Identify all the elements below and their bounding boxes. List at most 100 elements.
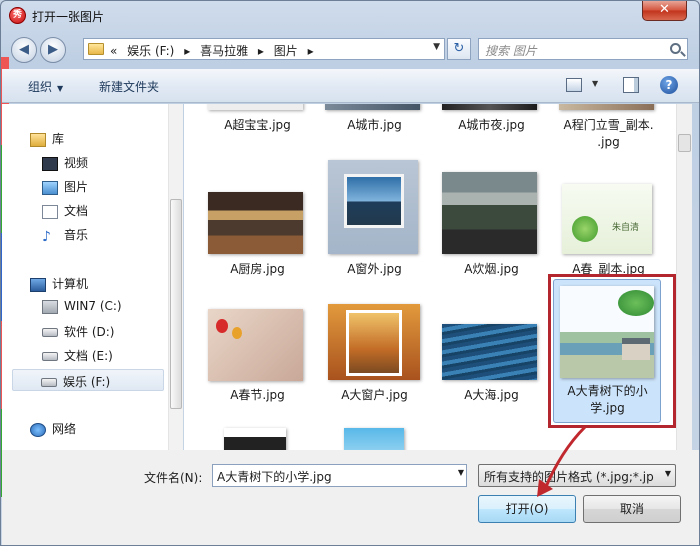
file-thumbnail[interactable] [224, 428, 286, 450]
sidebar-scroll-thumb[interactable] [170, 199, 182, 409]
breadcrumb-overflow[interactable]: « [110, 44, 117, 58]
sidebar-item-label: 音乐 [64, 228, 89, 242]
new-folder-button[interactable]: 新建文件夹 [99, 78, 159, 95]
windows-drive-icon [42, 299, 58, 314]
file-thumbnail[interactable] [208, 309, 303, 381]
change-view-icon[interactable] [566, 78, 582, 92]
file-name[interactable]: A大海.jpg [434, 387, 549, 404]
sidebar-item-label: 库 [52, 132, 65, 146]
highlight-box [548, 274, 676, 428]
file-name[interactable]: A春节.jpg [200, 387, 315, 404]
tree-graphic [572, 216, 598, 242]
file-thumbnail[interactable] [328, 160, 418, 254]
search-input[interactable]: 搜索 图片 [478, 38, 688, 60]
file-name[interactable]: A炊烟.jpg [434, 261, 549, 278]
breadcrumb-pictures[interactable]: 图片 [274, 44, 298, 58]
sidebar-item-videos[interactable]: 视频 [42, 154, 88, 176]
file-thumbnail[interactable] [328, 304, 420, 380]
file-list-scrollbar[interactable] [676, 104, 692, 450]
file-name[interactable]: A厨房.jpg [200, 261, 315, 278]
file-thumbnail[interactable] [442, 104, 537, 110]
breadcrumb-separator[interactable]: ▸ [258, 44, 264, 58]
file-name-multiline[interactable]: A程门立雪_副本. .jpg [551, 117, 666, 151]
back-arrow-icon: ◀ [19, 42, 29, 57]
organize-button[interactable]: 组织 ▼ [28, 78, 63, 95]
breadcrumb-separator[interactable]: ▸ [184, 44, 190, 58]
network-icon [30, 422, 46, 437]
pictures-icon [42, 180, 58, 195]
refresh-button[interactable]: ↻ [447, 38, 471, 60]
file-name[interactable]: A城市夜.jpg [434, 117, 549, 134]
organize-label: 组织 [28, 80, 53, 94]
file-thumbnail[interactable] [208, 192, 303, 254]
chevron-down-icon: ▼ [664, 469, 671, 478]
file-thumbnail[interactable] [208, 104, 303, 110]
title-bar: 秀 打开一张图片 ✕ [1, 1, 699, 31]
file-thumbnail[interactable] [325, 104, 420, 110]
sidebar-item-drive-c[interactable]: WIN7 (C:) [42, 299, 122, 321]
address-dropdown-icon[interactable]: ▼ [433, 42, 440, 52]
file-thumbnail[interactable] [442, 324, 537, 380]
file-name[interactable]: A超宝宝.jpg [200, 117, 315, 134]
sidebar-item-drive-d[interactable]: 软件 (D:) [42, 323, 114, 345]
autumn-window-image [346, 310, 402, 376]
sidebar-item-library[interactable]: 库 [30, 130, 64, 152]
file-thumbnail[interactable]: 朱自清 [562, 184, 652, 254]
sidebar-item-music[interactable]: ♪ 音乐 [42, 226, 88, 248]
file-name[interactable]: A城市.jpg [317, 117, 432, 134]
file-list-scroll-thumb[interactable] [678, 134, 691, 152]
sidebar-item-label: 网络 [52, 422, 77, 436]
sidebar-item-computer[interactable]: 计算机 [30, 275, 88, 297]
sidebar-item-label: 文档 [64, 204, 89, 218]
thumbnail-title: 朱自清 [612, 223, 640, 233]
command-bar: 组织 ▼ 新建文件夹 ▼ ? [2, 69, 699, 103]
file-thumbnail[interactable] [559, 104, 654, 110]
sidebar-item-drive-f[interactable]: 娱乐 (F:) [12, 369, 164, 391]
drive-icon [42, 328, 58, 337]
breadcrumb-himalaya[interactable]: 喜马拉雅 [200, 44, 248, 58]
forward-button[interactable]: ▶ [40, 37, 66, 63]
sidebar-scrollbar[interactable] [168, 104, 183, 450]
sidebar-item-label: 计算机 [52, 277, 89, 291]
sidebar-item-label: 软件 (D:) [64, 325, 115, 339]
breadcrumb-separator[interactable]: ▸ [308, 44, 314, 58]
sidebar-item-label: 娱乐 (F:) [63, 375, 111, 389]
address-bar[interactable]: « 娱乐 (F:) ▸ 喜马拉雅 ▸ 图片 ▸ ▼ [83, 38, 445, 60]
file-thumbnail[interactable] [344, 428, 404, 450]
preview-pane-icon[interactable] [623, 77, 639, 93]
sidebar-item-label: WIN7 (C:) [64, 299, 122, 313]
dialog-footer: 文件名(N): A大青树下的小学.jpg ▼ 所有支持的图片格式 (*.jpg;*… [2, 450, 699, 545]
open-image-dialog: 秀 打开一张图片 ✕ ◀ ▶ « 娱乐 (F:) ▸ 喜马拉雅 ▸ 图片 ▸ ▼… [0, 0, 700, 546]
cancel-button[interactable]: 取消 [583, 495, 681, 523]
file-name[interactable]: A大窗户.jpg [317, 387, 432, 404]
forward-arrow-icon: ▶ [48, 42, 58, 57]
open-button[interactable]: 打开(O) [478, 495, 576, 523]
file-thumbnail[interactable] [442, 172, 537, 254]
sidebar-item-network[interactable]: 网络 [30, 420, 76, 442]
navigation-pane: 库 视频 图片 文档 ♪ 音乐 计算机 WIN7 (C:) 软件 (D:) 文档 … [2, 104, 183, 450]
breadcrumb-drive-f[interactable]: 娱乐 (F:) [127, 44, 174, 58]
window-title: 打开一张图片 [32, 10, 105, 24]
back-button[interactable]: ◀ [11, 37, 37, 63]
video-icon [42, 156, 58, 171]
filename-input[interactable]: A大青树下的小学.jpg ▼ [212, 464, 467, 487]
sidebar-item-label: 图片 [64, 180, 89, 194]
file-name: A程门立雪_副本. [563, 118, 654, 132]
file-name[interactable]: A窗外.jpg [317, 261, 432, 278]
refresh-icon: ↻ [453, 41, 465, 56]
sidebar-item-pictures[interactable]: 图片 [42, 178, 88, 200]
sidebar-item-documents[interactable]: 文档 [42, 202, 88, 224]
view-dropdown-icon[interactable]: ▼ [592, 79, 598, 88]
search-icon [670, 43, 681, 54]
chevron-down-icon[interactable]: ▼ [458, 468, 464, 477]
sidebar-item-drive-e[interactable]: 文档 (E:) [42, 347, 113, 369]
drive-icon [42, 352, 58, 361]
music-icon: ♪ [42, 228, 51, 245]
documents-icon [42, 204, 58, 219]
filetype-select[interactable]: 所有支持的图片格式 (*.jpg;*.jp ▼ [478, 464, 676, 487]
breadcrumb: « 娱乐 (F:) ▸ 喜马拉雅 ▸ 图片 ▸ [110, 42, 320, 59]
computer-icon [30, 277, 46, 292]
help-icon[interactable]: ? [660, 76, 678, 94]
app-logo-icon: 秀 [9, 7, 26, 24]
close-button[interactable]: ✕ [642, 1, 687, 21]
